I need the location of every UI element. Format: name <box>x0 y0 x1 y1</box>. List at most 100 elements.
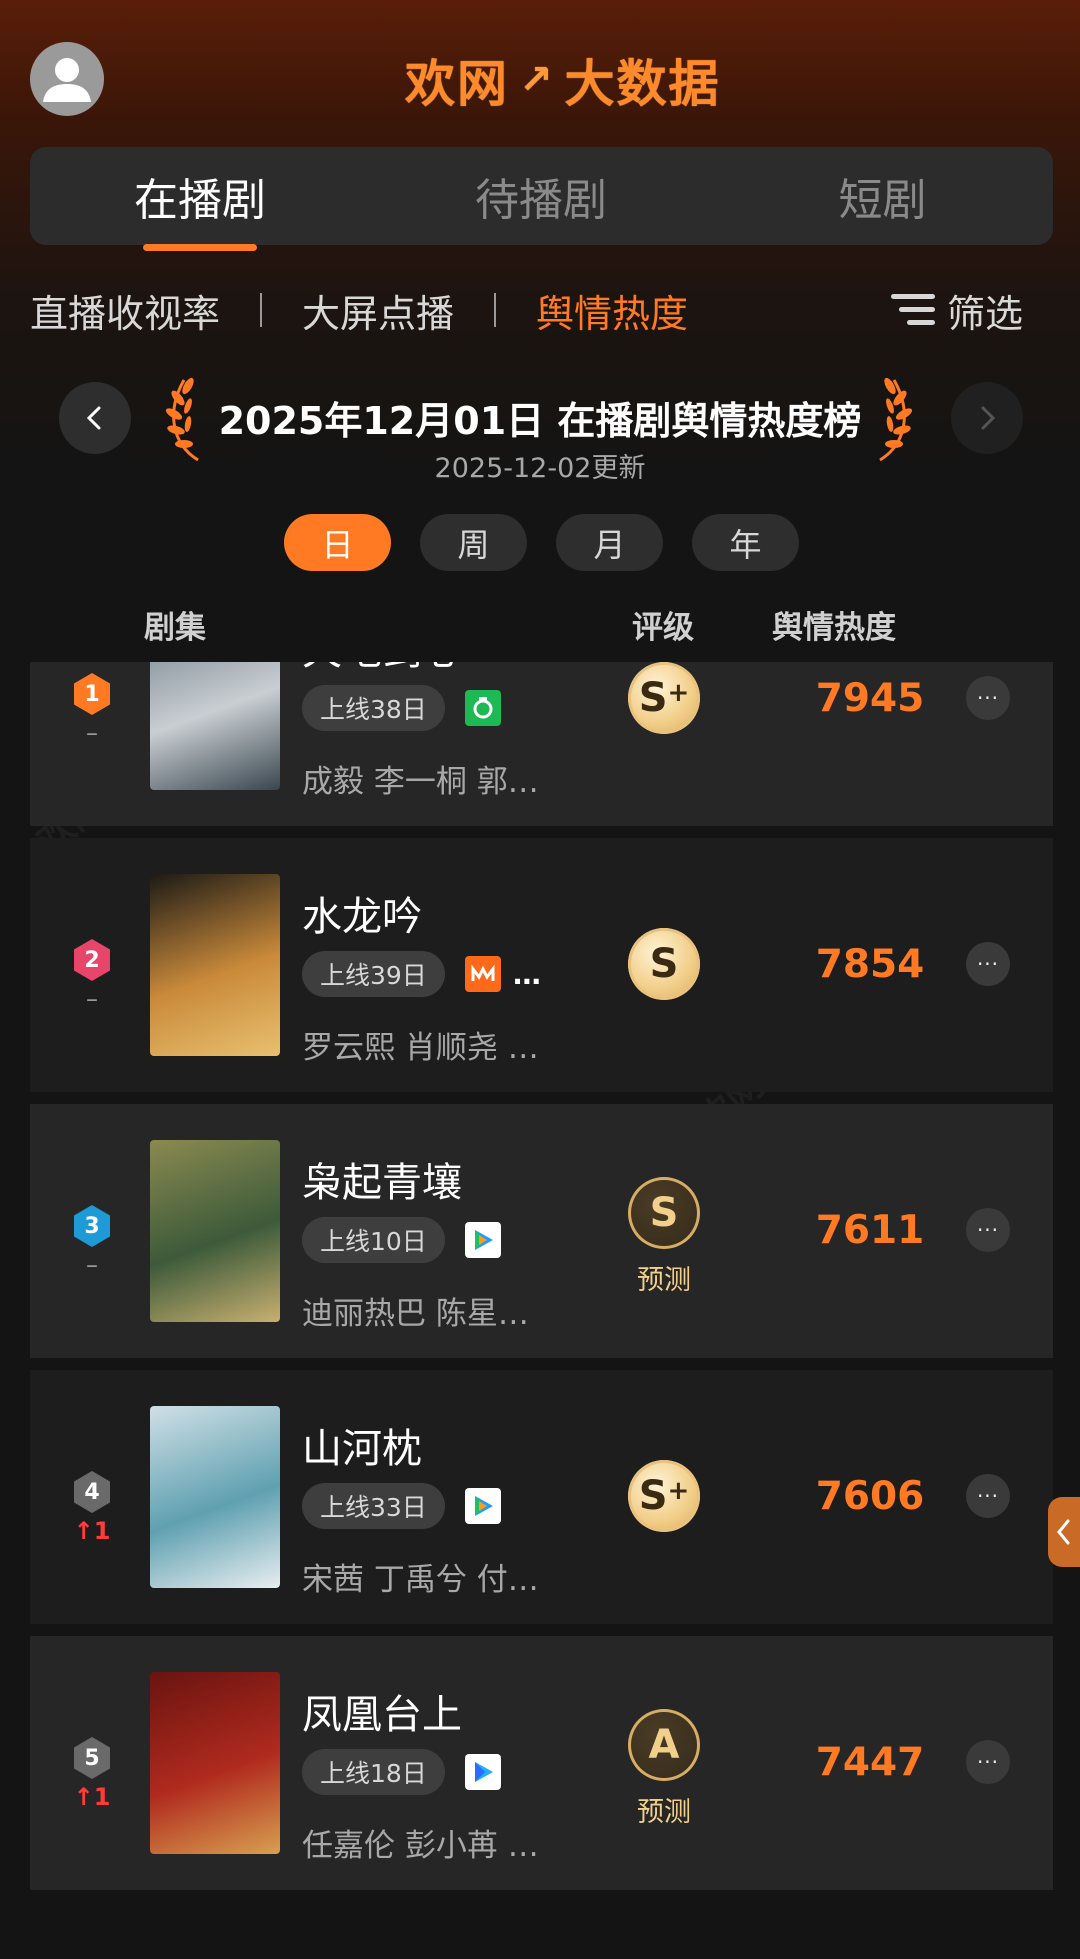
days-online-tag: 上线39日 <box>302 951 445 997</box>
more-options-button[interactable]: ··· <box>966 942 1010 986</box>
table-row[interactable]: 1 – 天地剑心 上线38日 成毅 李一桐 郭… S+ 7945 ··· <box>30 662 1053 826</box>
grade-badge: S + <box>628 1460 700 1532</box>
period-week[interactable]: 周 <box>420 514 527 571</box>
filter-label: 筛选 <box>946 291 1023 336</box>
table-row[interactable]: 3 – 枭起青壤 上线10日 迪丽热巴 陈星… S 预测 7611 ··· <box>30 1104 1053 1358</box>
sub-tab-public-opinion[interactable]: 舆情热度 <box>536 283 688 338</box>
rank-change: – <box>86 1251 98 1279</box>
top-bar: 欢网 ↗ 大数据 <box>0 0 1080 145</box>
more-options-button[interactable]: ··· <box>966 676 1010 720</box>
more-options-button[interactable]: ··· <box>966 1208 1010 1252</box>
sub-tab-big-screen-vod[interactable]: 大屏点播 <box>302 283 454 338</box>
more-options-button[interactable]: ··· <box>966 1740 1010 1784</box>
table-row[interactable]: 4 ↑1 山河枕 上线33日 宋茜 丁禹兮 付… S + 7606 ··· <box>30 1370 1053 1624</box>
heat-value: 7611 <box>815 1208 925 1253</box>
sub-tab-live-ratings[interactable]: 直播收视率 <box>30 283 220 338</box>
laurel-icon <box>879 377 913 462</box>
column-series: 剧集 <box>144 610 206 646</box>
tag-line: 上线39日 … <box>302 951 542 997</box>
cast-list: 迪丽热巴 陈星… <box>302 1296 529 1332</box>
period-selector: 日 周 月 年 <box>284 514 799 571</box>
tab-airing[interactable]: 在播剧 <box>30 147 370 251</box>
rank-cell: 1 – <box>72 672 112 748</box>
grade-badge: S + <box>628 662 700 734</box>
cast-list: 任嘉伦 彭小苒 … <box>302 1828 539 1864</box>
predicted-label: 预测 <box>637 1797 691 1828</box>
days-online-tag: 上线10日 <box>302 1217 445 1263</box>
main-tabs: 在播剧 待播剧 短剧 <box>30 147 1053 251</box>
grade-plus: + <box>667 678 690 708</box>
user-avatar-icon[interactable] <box>30 42 104 116</box>
poster-image[interactable] <box>150 1406 280 1588</box>
poster-image[interactable] <box>150 662 280 790</box>
rank-number: 2 <box>84 947 100 973</box>
days-online-tag: 上线18日 <box>302 1749 445 1795</box>
series-title[interactable]: 水龙吟 <box>302 884 422 942</box>
rank-cell: 4 ↑1 <box>72 1470 112 1546</box>
days-online-tag: 上线33日 <box>302 1483 445 1529</box>
rank-cell: 3 – <box>72 1204 112 1280</box>
ranking-list: 1 – 天地剑心 上线38日 成毅 李一桐 郭… S+ 7945 ··· <box>30 662 1053 1959</box>
table-row[interactable]: 5 ↑1 凤凰台上 上线18日 任嘉伦 彭小苒 … A 预测 7447 ··· <box>30 1636 1053 1890</box>
period-month[interactable]: 月 <box>556 514 663 571</box>
period-year[interactable]: 年 <box>692 514 799 571</box>
heat-value: 7945 <box>815 676 925 721</box>
grade-letter: S <box>638 675 668 721</box>
grade-plus: + <box>667 1476 690 1506</box>
heat-value: 7606 <box>815 1474 925 1519</box>
poster-image[interactable] <box>150 874 280 1056</box>
divider <box>260 293 263 327</box>
series-title[interactable]: 山河枕 <box>302 1416 422 1474</box>
table-row[interactable]: 2 – 水龙吟 上线39日 … 罗云熙 肖顺尧 … S 7854 ··· <box>30 838 1053 1092</box>
poster-image[interactable] <box>150 1672 280 1854</box>
days-online-tag: 上线38日 <box>302 685 445 731</box>
tencent-video-icon <box>464 1488 501 1524</box>
rank-change: – <box>86 985 98 1013</box>
heat-value: 7447 <box>815 1740 925 1785</box>
rank-number: 4 <box>84 1479 100 1505</box>
grade-letter: A <box>648 1722 680 1768</box>
divider <box>494 293 497 327</box>
rank-cell: 5 ↑1 <box>72 1736 112 1812</box>
period-day[interactable]: 日 <box>284 514 391 571</box>
column-grade: 评级 <box>632 610 694 646</box>
grade-badge: S <box>628 928 700 1000</box>
side-drawer-toggle[interactable] <box>1048 1497 1080 1567</box>
rank-number: 1 <box>84 681 100 707</box>
chevron-right-icon <box>981 406 996 430</box>
more-platforms-indicator: … <box>512 957 542 991</box>
app-logo: 欢网 ↗ 大数据 <box>405 48 721 113</box>
tencent-video-icon <box>464 1222 501 1258</box>
series-title[interactable]: 枭起青壤 <box>302 1150 462 1208</box>
date-header: 2025年12月01日 在播剧舆情热度榜 2025-12-02更新 <box>0 377 1080 484</box>
more-options-button[interactable]: ··· <box>966 1474 1010 1518</box>
tab-short-drama[interactable]: 短剧 <box>712 147 1053 245</box>
poster-image[interactable] <box>150 1140 280 1322</box>
rank-change: ↑1 <box>73 1783 111 1811</box>
grade-letter: S <box>649 1190 679 1236</box>
logo-text-left: 欢网 <box>405 55 509 113</box>
chevron-left-icon <box>1057 1519 1070 1545</box>
mango-tv-icon <box>464 956 501 992</box>
grade-letter: S <box>649 941 679 987</box>
series-title[interactable]: 凤凰台上 <box>302 1682 462 1740</box>
series-title[interactable]: 天地剑心 <box>302 662 462 676</box>
rank-number: 5 <box>84 1745 100 1771</box>
rank-change: ↑1 <box>73 1517 111 1545</box>
cast-list: 宋茜 丁禹兮 付… <box>302 1562 539 1598</box>
next-date-button[interactable] <box>951 382 1023 454</box>
tag-line: 上线10日 <box>302 1217 513 1263</box>
logo-mark-icon: ↗ <box>519 57 555 103</box>
youku-icon <box>464 1754 501 1790</box>
rank-change: – <box>86 719 98 747</box>
cast-list: 罗云熙 肖顺尧 … <box>302 1030 539 1066</box>
column-headers: 剧集 评级 舆情热度 <box>0 598 1080 648</box>
tab-upcoming[interactable]: 待播剧 <box>370 147 712 245</box>
tag-line: 上线33日 <box>302 1483 513 1529</box>
column-heat: 舆情热度 <box>772 610 896 646</box>
rank-cell: 2 – <box>72 938 112 1014</box>
app-page: 欢网大数据 欢网大数据 欢网大数据 欢网大数据 欢网 ↗ 大数据 在播剧 待播剧… <box>0 0 1080 1959</box>
tag-line: 上线18日 <box>302 1749 513 1795</box>
filter-lines-icon <box>890 294 935 325</box>
filter-button[interactable]: 筛选 <box>890 275 1023 345</box>
